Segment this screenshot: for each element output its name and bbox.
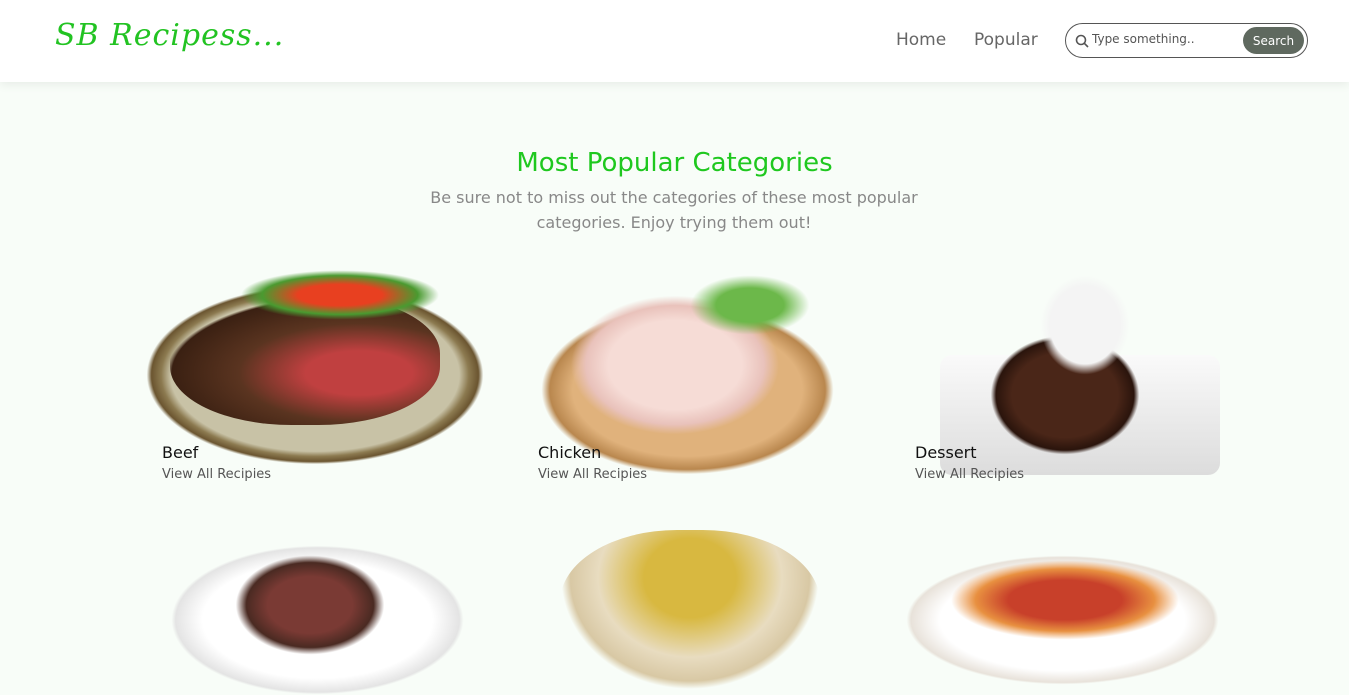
- category-card-mexican[interactable]: [520, 520, 880, 690]
- logo[interactable]: SB Recipess...: [55, 18, 284, 53]
- page-title: Most Popular Categories: [516, 148, 833, 178]
- category-card-lamb[interactable]: [160, 505, 520, 695]
- search-button[interactable]: Search: [1243, 27, 1304, 54]
- view-all-link[interactable]: View All Recipies: [162, 467, 271, 482]
- header: SB Recipess... Home Popular Search: [0, 0, 1349, 82]
- view-all-link[interactable]: View All Recipies: [915, 467, 1024, 482]
- category-name[interactable]: Dessert: [915, 443, 977, 462]
- search-icon: [1075, 34, 1089, 48]
- page-subtitle: Be sure not to miss out the categories o…: [430, 188, 918, 232]
- tacos-image: [560, 530, 820, 690]
- category-name[interactable]: Beef: [162, 443, 198, 462]
- category-name[interactable]: Chicken: [538, 443, 601, 462]
- search-form: Search: [1065, 23, 1308, 58]
- category-card-pasta[interactable]: [900, 550, 1260, 685]
- nav-home[interactable]: Home: [896, 30, 946, 50]
- view-all-link[interactable]: View All Recipies: [538, 467, 647, 482]
- search-input[interactable]: [1092, 32, 1232, 46]
- nav-popular[interactable]: Popular: [974, 30, 1038, 50]
